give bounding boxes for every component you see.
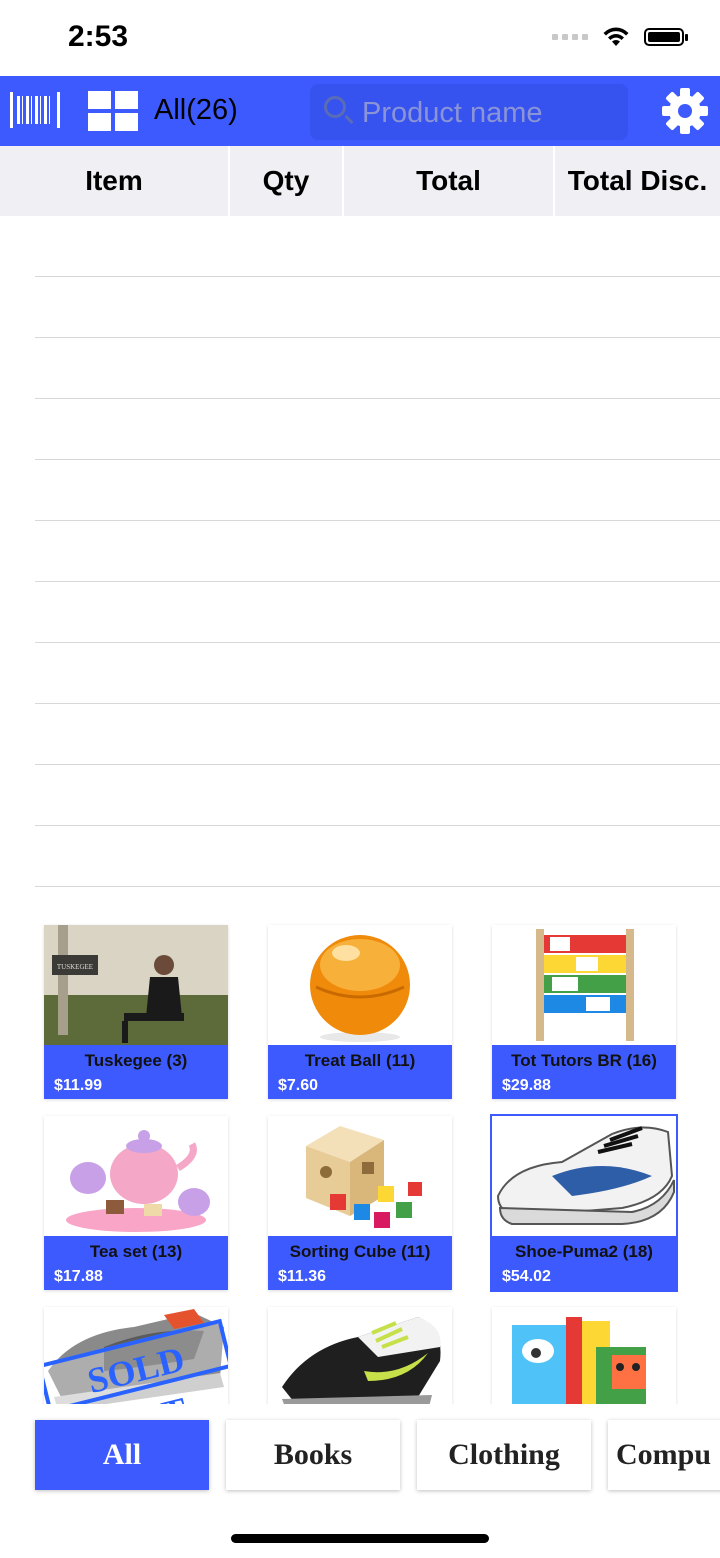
svg-text:TUSKEGEE: TUSKEGEE	[57, 963, 93, 971]
order-row[interactable]	[35, 765, 720, 826]
tab-clothing[interactable]: Clothing	[417, 1420, 591, 1490]
status-time: 2:53	[68, 20, 129, 53]
product-card[interactable]: Shoe-Puma2 (18) $54.02	[492, 1116, 676, 1290]
tea-set-image	[44, 1116, 228, 1236]
gear-icon[interactable]	[660, 86, 710, 136]
tab-computers[interactable]: Compu	[608, 1420, 720, 1490]
category-count-label[interactable]: All(26)	[154, 94, 238, 127]
product-card[interactable]: TUSKEGEE Tuskegee (3) $11.99	[44, 925, 228, 1099]
bookshelf-image	[492, 925, 676, 1045]
order-row[interactable]	[35, 582, 720, 643]
nike-shoe-image	[268, 1307, 452, 1404]
product-card[interactable]: Treat Ball (11) $7.60	[268, 925, 452, 1099]
order-list	[35, 216, 720, 887]
top-toolbar: All(26)	[0, 76, 720, 146]
puma-shoe-image	[492, 1116, 676, 1236]
product-price: $29.88	[502, 1077, 551, 1094]
sorting-cube-image	[268, 1116, 452, 1236]
orange-ball-image	[268, 925, 452, 1045]
order-row[interactable]	[35, 460, 720, 521]
product-price: $17.88	[54, 1268, 103, 1285]
tab-all[interactable]: All	[35, 1420, 209, 1490]
order-row[interactable]	[35, 277, 720, 338]
grid-view-icon[interactable]	[88, 91, 138, 131]
product-name: Treat Ball (11)	[304, 1051, 416, 1070]
column-header-total-disc[interactable]: Total Disc.	[555, 146, 720, 216]
column-header-item[interactable]: Item	[0, 146, 230, 216]
product-price: $11.36	[278, 1268, 327, 1285]
album-cover-image: TUSKEGEE	[44, 925, 228, 1045]
order-row[interactable]	[35, 338, 720, 399]
column-header-qty[interactable]: Qty	[230, 146, 344, 216]
product-info: Tot Tutors BR (16) $29.88	[492, 1045, 676, 1099]
search-box[interactable]	[310, 84, 628, 142]
order-row[interactable]	[35, 216, 720, 277]
wifi-icon	[603, 27, 629, 46]
product-price: $11.99	[54, 1077, 103, 1094]
product-name: Sorting Cube (11)	[289, 1242, 431, 1261]
search-input[interactable]	[360, 84, 624, 142]
order-table-header: Item Qty Total Total Disc.	[0, 146, 720, 216]
product-grid: TUSKEGEE Tuskegee (3) $11.99 Treat Ball …	[0, 906, 720, 1404]
search-icon	[324, 96, 346, 118]
product-card[interactable]	[492, 1307, 676, 1404]
product-price: $54.02	[502, 1268, 551, 1285]
order-row[interactable]	[35, 704, 720, 765]
product-card[interactable]: Tot Tutors BR (16) $29.88	[492, 925, 676, 1099]
tab-books[interactable]: Books	[226, 1420, 400, 1490]
order-row[interactable]	[35, 521, 720, 582]
order-row[interactable]	[35, 643, 720, 704]
status-bar: 2:53	[0, 0, 720, 76]
product-info: Tea set (13) $17.88	[44, 1236, 228, 1290]
order-row[interactable]	[35, 399, 720, 460]
product-price: $7.60	[278, 1077, 319, 1094]
battery-icon	[644, 28, 688, 46]
category-tab-bar: All Books Clothing Compu	[0, 1404, 720, 1508]
product-card[interactable]	[268, 1307, 452, 1404]
product-card[interactable]: Sorting Cube (11) $11.36	[268, 1116, 452, 1290]
product-name: Tea set (13)	[89, 1242, 183, 1261]
cellular-signal-icon	[552, 34, 588, 40]
order-row[interactable]	[35, 826, 720, 887]
product-name: Tot Tutors BR (16)	[511, 1051, 657, 1070]
product-card[interactable]: Tea set (13) $17.88	[44, 1116, 228, 1290]
home-indicator[interactable]	[231, 1534, 489, 1543]
column-header-total[interactable]: Total	[344, 146, 555, 216]
barcode-scanner-icon[interactable]	[10, 92, 60, 128]
baby-blocks-image	[492, 1307, 676, 1404]
product-name: Tuskegee (3)	[84, 1051, 188, 1070]
product-card[interactable]: SOLD OUT	[44, 1307, 228, 1404]
product-info: Treat Ball (11) $7.60	[268, 1045, 452, 1099]
product-info: Tuskegee (3) $11.99	[44, 1045, 228, 1099]
product-info: Sorting Cube (11) $11.36	[268, 1236, 452, 1290]
product-name: Shoe-Puma2 (18)	[515, 1242, 653, 1261]
sneaker-image: SOLD OUT	[44, 1307, 228, 1404]
product-info: Shoe-Puma2 (18) $54.02	[492, 1236, 676, 1290]
status-indicators	[552, 26, 688, 48]
